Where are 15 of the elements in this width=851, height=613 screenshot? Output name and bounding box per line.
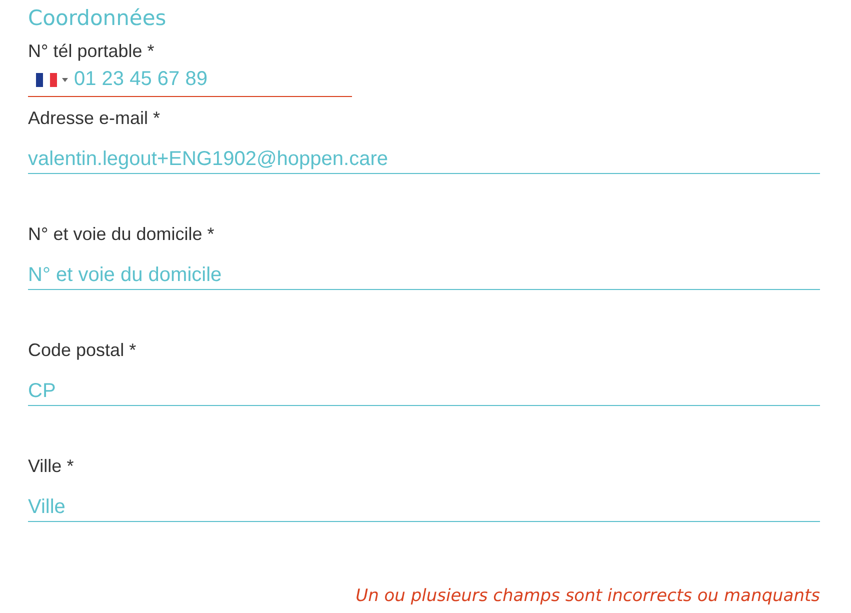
field-label: Ville * — [28, 455, 74, 478]
field-label: N° tél portable * — [28, 40, 154, 63]
field-label: N° et voie du domicile * — [28, 223, 214, 246]
phone-input[interactable]: 01 23 45 67 89 — [74, 68, 352, 91]
error-message: Un ou plusieurs champs sont incorrects ou manquants — [354, 586, 820, 606]
field-label: Adresse e-mail * — [28, 107, 160, 130]
phone-field[interactable]: 01 23 45 67 89 — [28, 63, 352, 97]
section-title: Coordonnées — [28, 5, 166, 32]
caret-icon — [62, 78, 68, 82]
field-label: Code postal * — [28, 339, 136, 362]
input-field[interactable]: N° et voie du domicile — [28, 246, 820, 290]
input-field[interactable]: CP — [28, 362, 820, 406]
input-field[interactable]: valentin.legout+ENG1902@hoppen.care — [28, 130, 820, 174]
flag-icon — [36, 72, 57, 86]
input-field[interactable]: Ville — [28, 478, 820, 522]
